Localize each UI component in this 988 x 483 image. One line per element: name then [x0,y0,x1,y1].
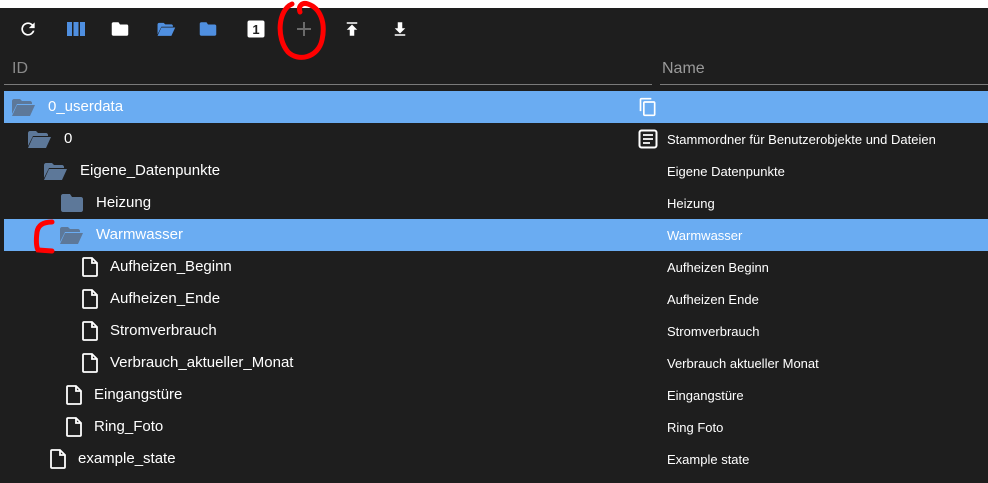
tree-row-name: Stromverbrauch [667,324,760,339]
folder-open-icon [44,163,67,180]
table-header: ID Name [0,52,988,86]
folder-open-icon [28,131,51,148]
refresh-icon [21,22,35,36]
tree-row-id: Eingangstüre [94,386,183,403]
copy-icon[interactable] [638,97,658,117]
badge-label: 1 [252,22,259,37]
file-icon [66,385,82,405]
tree-row-name: Warmwasser [667,228,743,243]
tree-row[interactable]: Eigene_Datenpunkte Eigene Datenpunkte [4,155,988,187]
file-icon [82,353,98,373]
file-icon [66,417,82,437]
refresh-button[interactable] [18,19,38,39]
folder-icon [111,22,129,36]
file-icon [82,257,98,277]
columns-button[interactable] [66,19,86,39]
tree-row-id: Warmwasser [96,226,183,243]
tree-row[interactable]: Ring_Foto Ring Foto [4,411,988,443]
header-divider [4,84,652,85]
tree-row[interactable] [4,475,988,483]
tree-row-id: Eigene_Datenpunkte [80,162,221,179]
tree-row[interactable]: example_state Example state [4,443,988,475]
file-icon [82,289,98,309]
tree-row[interactable]: 0_userdata [4,91,988,123]
download-icon [394,22,406,36]
expand-level-button[interactable]: 1 [246,19,266,39]
tree-row-name: Heizung [667,196,715,211]
add-button[interactable] [294,19,314,39]
plus-icon [297,22,311,36]
tree-row-name: Eingangstüre [667,388,744,403]
tree-row-id: Verbrauch_aktueller_Monat [110,354,294,371]
expand-all-button[interactable] [156,19,176,39]
toolbar: 1 [0,8,988,52]
tree-row[interactable]: Heizung Heizung [4,187,988,219]
tree-row-name: Eigene Datenpunkte [667,164,785,179]
collapse-all-button[interactable] [198,19,218,39]
tree-row-name: Verbrauch aktueller Monat [667,356,819,371]
folder-icon [61,194,83,212]
file-icon [50,449,66,469]
tree-row[interactable]: Verbrauch_aktueller_Monat Verbrauch aktu… [4,347,988,379]
upload-icon [346,22,358,36]
file-icon [82,321,98,341]
tree-row-name: Example state [667,452,750,467]
tree-row-id: 0 [64,130,73,147]
tree-row[interactable]: Aufheizen_Ende Aufheizen Ende [4,283,988,315]
object-browser: 1 ID Name 0_userdata 0 Stammordner für B… [0,8,988,483]
tree-row-id: example_state [78,450,176,467]
tree-row-id: Aufheizen_Beginn [110,258,232,275]
tree-row[interactable]: Warmwasser Warmwasser [4,219,988,251]
folder-button[interactable] [110,19,130,39]
download-button[interactable] [390,19,410,39]
tree-row-id: 0_userdata [48,98,124,115]
folder-open-icon [157,22,176,36]
tree-row-id: Stromverbrauch [110,322,217,339]
tree-row-id: Ring_Foto [94,418,164,435]
tree-row-id: Aufheizen_Ende [110,290,221,307]
tree-row-name: Aufheizen Beginn [667,260,769,275]
column-header-id[interactable]: ID [12,60,28,78]
tree-row[interactable]: Eingangstüre Eingangstüre [4,379,988,411]
column-header-name[interactable]: Name [662,60,705,78]
folder-icon [199,22,217,36]
folder-open-icon [12,99,35,116]
tree-row-name: Aufheizen Ende [667,292,759,307]
folder-open-icon [60,227,83,244]
tree-row-name: Ring Foto [667,420,724,435]
tree-row[interactable]: Stromverbrauch Stromverbrauch [4,315,988,347]
tree-row-name: Stammordner für Benutzerobjekte und Date… [667,132,936,147]
badge-icon: 1 [247,20,265,38]
columns-icon [67,22,85,36]
tree-row-id: Heizung [96,194,152,211]
tree-row[interactable]: 0 Stammordner für Benutzerobjekte und Da… [4,123,988,155]
upload-button[interactable] [342,19,362,39]
tree-row[interactable]: Aufheizen_Beginn Aufheizen Beginn [4,251,988,283]
header-divider [660,84,988,85]
info-icon[interactable] [638,129,658,149]
